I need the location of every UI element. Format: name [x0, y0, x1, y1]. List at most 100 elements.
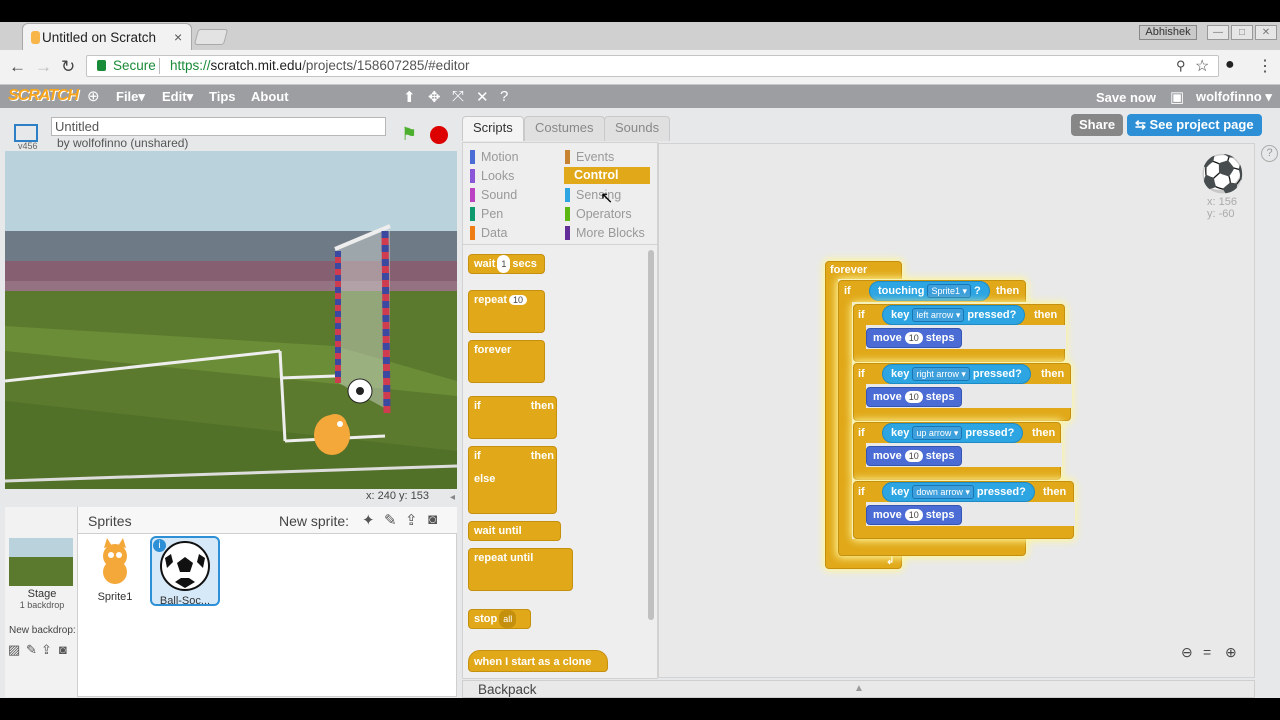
- move-steps-block[interactable]: move 10 steps: [866, 505, 962, 525]
- mouse-cursor-icon: ↖: [600, 190, 614, 207]
- key-dropdown[interactable]: up arrow ▾: [912, 426, 963, 440]
- new-tab-button[interactable]: [193, 29, 229, 45]
- sprite-position: x: 156 y: -60: [1207, 196, 1237, 220]
- language-globe-icon[interactable]: ⊕: [87, 87, 100, 105]
- url-text[interactable]: https://scratch.mit.edu/projects/1586072…: [170, 58, 469, 73]
- minimize-icon[interactable]: —: [1207, 25, 1229, 40]
- touching-dropdown[interactable]: Sprite1 ▾: [927, 284, 971, 298]
- backpack-expand-icon[interactable]: ▲: [854, 683, 864, 694]
- palette-scrollbar[interactable]: [648, 250, 654, 620]
- sprite-thumbnail-sprite1[interactable]: Sprite1: [82, 538, 148, 606]
- palette-wait-block[interactable]: wait 1 secs: [468, 254, 545, 274]
- palette-if-then-block[interactable]: if then: [468, 396, 557, 439]
- help-icon[interactable]: ?: [1261, 145, 1278, 162]
- category-operators[interactable]: Operators: [565, 207, 632, 221]
- sprite-thumbnail-ball[interactable]: i Ball-Soc...: [150, 536, 220, 607]
- green-flag-icon[interactable]: ⚑: [401, 124, 417, 145]
- stop-icon[interactable]: [430, 126, 448, 144]
- tab-sounds[interactable]: Sounds: [604, 116, 671, 141]
- choose-sprite-library-icon[interactable]: ✦: [362, 511, 375, 529]
- zoom-out-icon[interactable]: ⊖: [1181, 644, 1193, 661]
- tab-title: Untitled on Scratch: [42, 30, 157, 45]
- category-looks[interactable]: Looks: [470, 169, 514, 183]
- duplicate-tool-icon[interactable]: ⬆: [403, 88, 416, 106]
- extension-icon[interactable]: ●: [1225, 56, 1235, 74]
- help-tool-icon[interactable]: ?: [500, 88, 508, 105]
- tips-link[interactable]: Tips: [209, 89, 236, 104]
- category-data[interactable]: Data: [470, 226, 507, 240]
- share-button[interactable]: Share: [1071, 114, 1124, 136]
- key-dropdown[interactable]: left arrow ▾: [912, 308, 965, 322]
- palette-clone-hat-block[interactable]: when I start as a clone: [468, 650, 608, 672]
- palette-repeat-until-block[interactable]: repeat until: [468, 548, 573, 591]
- project-title-input[interactable]: Untitled: [51, 117, 386, 136]
- touching-sensor[interactable]: touching Sprite1 ▾?: [869, 281, 990, 301]
- forward-icon[interactable]: →: [35, 57, 52, 77]
- bookmark-star-icon[interactable]: ☆: [1195, 56, 1209, 76]
- palette-forever-block[interactable]: forever: [468, 340, 545, 383]
- cat-sprite-icon: [103, 538, 127, 584]
- sprite-name-label: Ball-Soc...: [159, 595, 211, 607]
- palette-repeat-block[interactable]: repeat 10: [468, 290, 545, 333]
- backdrop-library-icon[interactable]: ▨: [8, 642, 20, 658]
- maximize-icon[interactable]: □: [1231, 25, 1253, 40]
- category-pen[interactable]: Pen: [470, 207, 503, 221]
- key-pressed-up[interactable]: key up arrow ▾ pressed?: [882, 423, 1024, 443]
- save-now-link[interactable]: Save now: [1096, 90, 1156, 105]
- new-sprite-label: New sprite:: [279, 513, 350, 529]
- tab-scripts[interactable]: Scripts: [462, 116, 524, 141]
- os-topbar: [0, 0, 1280, 22]
- key-dropdown[interactable]: right arrow ▾: [912, 367, 970, 381]
- scratch-logo[interactable]: SCRATCH: [8, 87, 79, 105]
- category-more-blocks[interactable]: More Blocks: [565, 226, 645, 240]
- key-pressed-down[interactable]: key down arrow ▾ pressed?: [882, 482, 1035, 502]
- key-dropdown[interactable]: down arrow ▾: [912, 485, 974, 499]
- reload-icon[interactable]: ↻: [61, 57, 75, 77]
- zoom-in-icon[interactable]: ⊕: [1225, 644, 1237, 661]
- category-motion[interactable]: Motion: [470, 150, 519, 164]
- paint-sprite-icon[interactable]: ✎: [384, 511, 397, 529]
- see-project-page-button[interactable]: ⇆ See project page: [1127, 114, 1262, 136]
- move-steps-block[interactable]: move 10 steps: [866, 387, 962, 407]
- delete-tool-icon[interactable]: ✥: [428, 88, 441, 106]
- shrink-tool-icon[interactable]: ✕: [476, 88, 489, 106]
- camera-sprite-icon[interactable]: ◙: [428, 511, 437, 528]
- tab-costumes[interactable]: Costumes: [524, 116, 605, 141]
- paint-backdrop-icon[interactable]: ✎: [26, 642, 37, 658]
- edit-menu[interactable]: Edit▾: [162, 89, 193, 105]
- palette-stop-block[interactable]: stop all: [468, 609, 531, 629]
- palette-wait-until-block[interactable]: wait until: [468, 521, 561, 541]
- grow-tool-icon[interactable]: ⤧: [452, 88, 464, 105]
- key-pressed-left[interactable]: key left arrow ▾ pressed?: [882, 305, 1026, 325]
- my-stuff-icon[interactable]: ▣: [1170, 88, 1184, 106]
- zoom-reset-icon[interactable]: =: [1203, 644, 1211, 660]
- user-menu[interactable]: wolfofinno ▾: [1196, 89, 1272, 105]
- window-close-icon[interactable]: ✕: [1255, 25, 1277, 40]
- category-control[interactable]: Control: [564, 167, 650, 184]
- browser-menu-icon[interactable]: ⋮: [1257, 56, 1273, 76]
- stage-coordinates: x: 240 y: 153: [366, 490, 429, 502]
- key-icon[interactable]: ⚲: [1176, 58, 1186, 74]
- if-label: if: [858, 309, 865, 321]
- browser-tab[interactable]: Untitled on Scratch ×: [22, 23, 192, 50]
- fullscreen-icon[interactable]: [14, 124, 38, 142]
- about-link[interactable]: About: [251, 89, 289, 104]
- move-steps-block[interactable]: move 10 steps: [866, 446, 962, 466]
- stage-collapse-icon[interactable]: ◂: [450, 492, 455, 503]
- stage-canvas[interactable]: [5, 151, 457, 489]
- move-steps-block[interactable]: move 10 steps: [866, 328, 962, 348]
- then-label: then: [1032, 427, 1056, 439]
- tab-close-icon[interactable]: ×: [174, 29, 182, 45]
- palette-if-else-block[interactable]: if then else: [468, 446, 557, 514]
- category-events[interactable]: Events: [565, 150, 614, 164]
- profile-button[interactable]: Abhishek: [1139, 25, 1197, 40]
- file-menu[interactable]: File▾: [116, 89, 145, 105]
- sprite-info-icon[interactable]: i: [153, 539, 166, 552]
- upload-sprite-icon[interactable]: ⇪: [405, 511, 418, 529]
- stage-thumbnail[interactable]: Stage 1 backdrop: [9, 538, 75, 610]
- back-icon[interactable]: ←: [9, 57, 26, 77]
- key-pressed-right[interactable]: key right arrow ▾ pressed?: [882, 364, 1031, 384]
- upload-backdrop-icon[interactable]: ⇪: [41, 642, 52, 658]
- camera-backdrop-icon[interactable]: ◙: [59, 642, 67, 657]
- category-sound[interactable]: Sound: [470, 188, 517, 202]
